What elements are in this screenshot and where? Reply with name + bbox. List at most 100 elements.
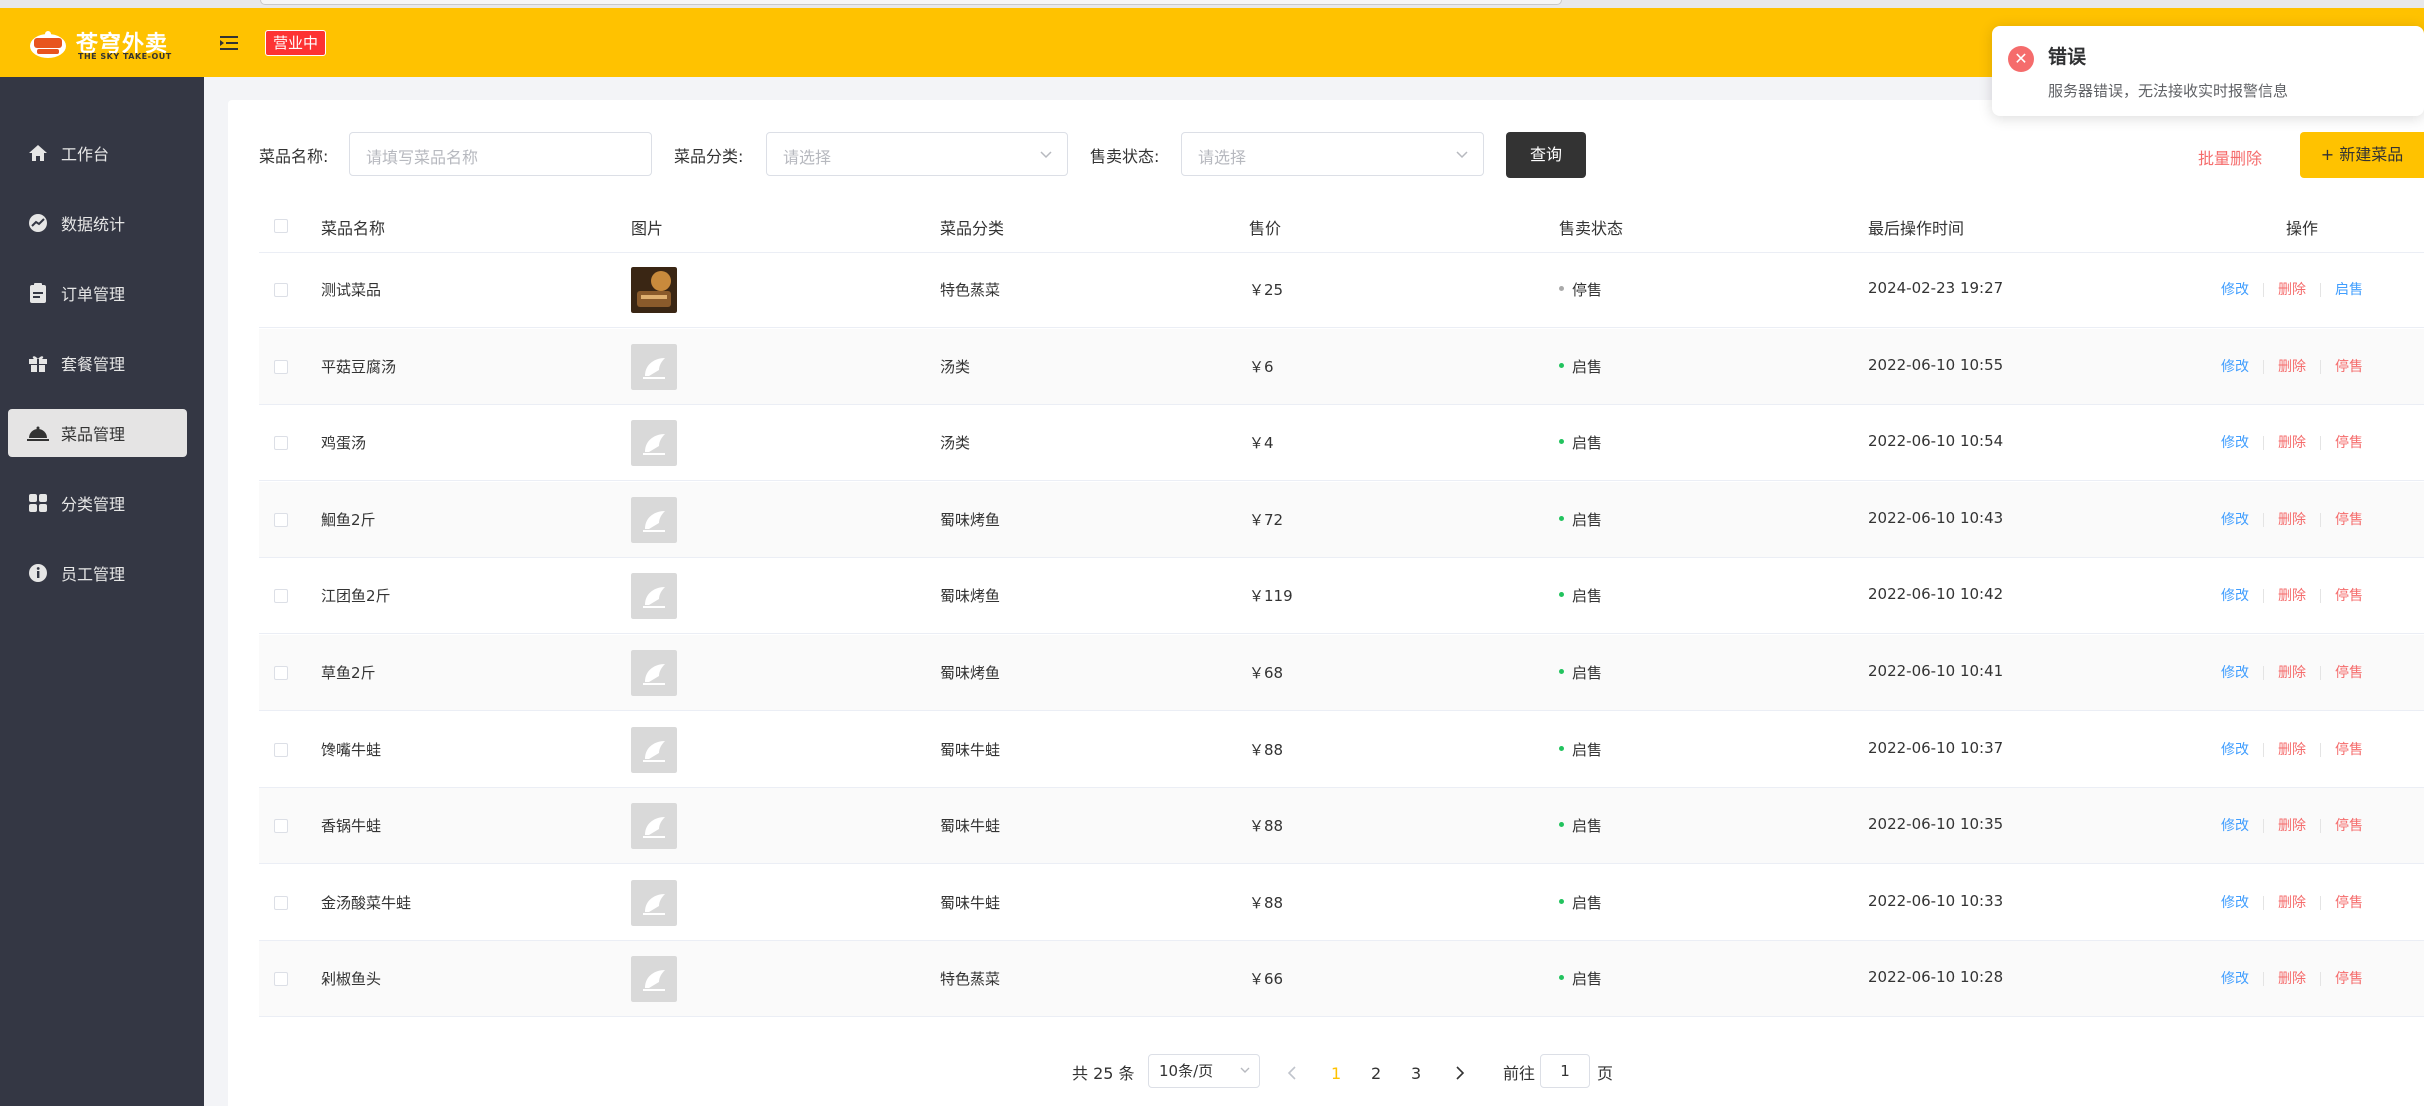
batch-delete-button[interactable]: 批量删除	[2198, 145, 2262, 169]
delete-button[interactable]: 删除	[2278, 359, 2306, 375]
toggle-sale-button[interactable]: 停售	[2335, 588, 2363, 604]
updated-time: 2022-06-10 10:42	[1868, 585, 2004, 604]
page-1[interactable]: 1	[1331, 1058, 1341, 1090]
sidebar-item-label: 工作台	[61, 145, 110, 164]
dish-name-placeholder: 请填写菜品名称	[366, 148, 479, 167]
page-3[interactable]: 3	[1411, 1058, 1421, 1090]
table-row: 测试菜品 特色蒸菜 ￥25 停售 2024-02-23 19:27 修改 删除 启售	[259, 252, 2424, 328]
delete-button[interactable]: 删除	[2278, 588, 2306, 604]
toggle-sale-button[interactable]: 停售	[2335, 435, 2363, 451]
toggle-sale-button[interactable]: 停售	[2335, 742, 2363, 758]
clipboard-icon	[27, 282, 49, 304]
toggle-sale-button[interactable]: 启售	[2335, 282, 2363, 298]
divider	[2320, 512, 2321, 527]
dish-placeholder-image	[631, 879, 677, 926]
category-select[interactable]: 请选择	[766, 132, 1068, 176]
edit-button[interactable]: 修改	[2221, 742, 2249, 758]
toggle-sale-button[interactable]: 停售	[2335, 665, 2363, 681]
sidebar-item-statistics[interactable]: 数据统计	[8, 199, 187, 247]
row-checkbox[interactable]	[274, 895, 288, 910]
page-size-value: 10条/页	[1159, 1062, 1214, 1080]
dish-category: 汤类	[940, 434, 971, 453]
page-2[interactable]: 2	[1371, 1058, 1381, 1090]
toggle-sale-button[interactable]: 停售	[2335, 818, 2363, 834]
delete-button[interactable]: 删除	[2278, 435, 2306, 451]
divider	[2320, 283, 2321, 297]
sidebar-item-dishes[interactable]: 菜品管理	[8, 409, 187, 457]
delete-button[interactable]: 删除	[2278, 818, 2306, 834]
row-checkbox[interactable]	[274, 589, 288, 604]
row-actions: 修改 删除 停售	[2221, 892, 2363, 912]
sidebar-item-categories[interactable]: 分类管理	[8, 479, 187, 527]
edit-button[interactable]: 修改	[2221, 895, 2249, 911]
row-checkbox[interactable]	[274, 972, 288, 987]
row-checkbox[interactable]	[274, 436, 288, 451]
sale-status-select[interactable]: 请选择	[1181, 132, 1484, 176]
delete-button[interactable]: 删除	[2278, 895, 2306, 911]
dish-price: ￥72	[1249, 510, 1284, 529]
row-checkbox[interactable]	[274, 819, 288, 834]
row-checkbox[interactable]	[274, 283, 288, 297]
delete-button[interactable]: 删除	[2278, 971, 2306, 987]
new-dish-button[interactable]: + 新建菜品	[2300, 132, 2424, 178]
sale-status-text: 启售	[1572, 664, 1603, 682]
edit-button[interactable]: 修改	[2221, 588, 2249, 604]
status-dot	[1559, 745, 1564, 751]
toggle-sale-button[interactable]: 停售	[2335, 895, 2363, 911]
divider	[2320, 742, 2321, 757]
row-checkbox[interactable]	[274, 512, 288, 527]
divider	[2320, 359, 2321, 374]
status-dot	[1559, 669, 1564, 674]
sale-status-text: 启售	[1572, 740, 1603, 759]
sidebar-item-employees[interactable]: 员工管理	[8, 549, 187, 597]
sidebar-item-workbench[interactable]: 工作台	[8, 129, 187, 177]
row-checkbox[interactable]	[274, 359, 288, 374]
edit-button[interactable]: 修改	[2221, 818, 2249, 834]
error-icon[interactable]: ✕	[2008, 46, 2034, 72]
delete-button[interactable]: 删除	[2278, 742, 2306, 758]
delete-button[interactable]: 删除	[2278, 512, 2306, 528]
query-button[interactable]: 查询	[1506, 132, 1586, 178]
dish-name: 金汤酸菜牛蛙	[321, 893, 412, 912]
header-sale-status: 售卖状态	[1559, 219, 1624, 238]
address-bar[interactable]	[260, 0, 1562, 5]
updated-time: 2024-02-23 19:27	[1868, 279, 2004, 297]
sidebar-item-combos[interactable]: 套餐管理	[8, 339, 187, 387]
sale-status-text: 启售	[1572, 817, 1603, 836]
edit-button[interactable]: 修改	[2221, 512, 2249, 528]
page-size-select[interactable]: 10条/页	[1148, 1054, 1260, 1088]
toggle-sale-button[interactable]: 停售	[2335, 971, 2363, 987]
row-checkbox[interactable]	[274, 666, 288, 680]
goto-page-input[interactable]: 1	[1540, 1054, 1590, 1088]
edit-button[interactable]: 修改	[2221, 359, 2249, 375]
category-label: 菜品分类:	[674, 147, 744, 166]
toggle-sale-button[interactable]: 停售	[2335, 512, 2363, 528]
divider	[2263, 589, 2264, 604]
edit-button[interactable]: 修改	[2221, 971, 2249, 987]
delete-button[interactable]: 删除	[2278, 282, 2306, 298]
prev-page-icon[interactable]	[1286, 1064, 1298, 1082]
dish-placeholder-image	[631, 420, 677, 467]
dish-price: ￥4	[1249, 434, 1274, 453]
next-page-icon[interactable]	[1454, 1064, 1466, 1082]
sidebar-item-label: 套餐管理	[61, 355, 126, 374]
row-actions: 修改 删除 停售	[2221, 356, 2363, 376]
menu-collapse-icon[interactable]	[218, 32, 240, 54]
header-price: 售价	[1249, 219, 1282, 238]
row-actions: 修改 删除 停售	[2221, 968, 2363, 988]
sidebar-item-orders[interactable]: 订单管理	[8, 269, 187, 317]
sale-status: 启售	[1559, 739, 1602, 760]
dish-name-input[interactable]: 请填写菜品名称	[349, 132, 652, 176]
dish-name: 馋嘴牛蛙	[321, 740, 382, 759]
delete-button[interactable]: 删除	[2278, 665, 2306, 681]
edit-button[interactable]: 修改	[2221, 282, 2249, 298]
row-checkbox[interactable]	[274, 742, 288, 757]
divider	[2320, 436, 2321, 451]
category-placeholder: 请选择	[783, 148, 832, 167]
toggle-sale-button[interactable]: 停售	[2335, 359, 2363, 375]
select-all-checkbox[interactable]	[274, 219, 288, 233]
edit-button[interactable]: 修改	[2221, 435, 2249, 451]
row-actions: 修改 删除 停售	[2221, 815, 2363, 835]
sidebar-item-label: 菜品管理	[61, 425, 126, 444]
edit-button[interactable]: 修改	[2221, 665, 2249, 681]
